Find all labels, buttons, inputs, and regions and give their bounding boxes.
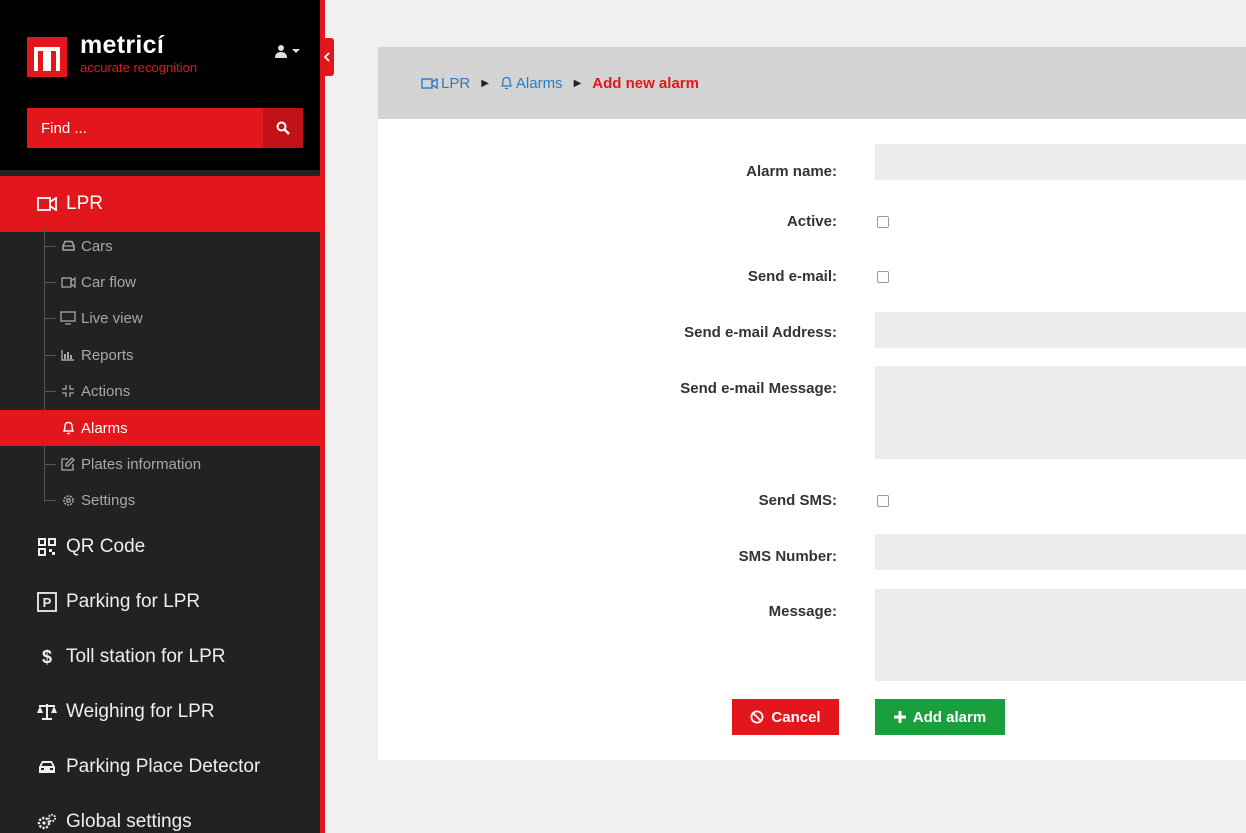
ban-icon — [750, 710, 764, 724]
alarm-form: Alarm name: Active: Send e-mail: Send e-… — [378, 119, 1246, 760]
sidebar-item-car-flow[interactable]: Car flow — [0, 264, 320, 300]
monitor-icon — [60, 310, 76, 326]
sidebar-item-label: Parking for LPR — [66, 591, 201, 612]
alarm-name-label: Alarm name: — [746, 163, 837, 180]
email-message-label: Send e-mail Message: — [680, 380, 837, 397]
search-input[interactable] — [27, 108, 263, 148]
search-button[interactable] — [263, 108, 303, 148]
svg-text:$: $ — [42, 647, 52, 667]
add-alarm-button[interactable]: Add alarm — [875, 699, 1005, 735]
sidebar-item-label: QR Code — [66, 536, 146, 557]
brand-header: metricí accurate recognition — [0, 0, 320, 170]
send-sms-checkbox[interactable] — [877, 495, 889, 507]
alarm-name-input[interactable] — [875, 144, 1246, 180]
video-camera-icon — [36, 193, 58, 215]
sidebar-item-label: Car flow — [81, 273, 137, 291]
sidebar-item-settings[interactable]: Settings — [0, 482, 320, 518]
sidebar-item-lpr[interactable]: LPR — [0, 176, 320, 232]
sidebar-item-cars[interactable]: Cars — [0, 228, 320, 264]
breadcrumb-current: Add new alarm — [592, 74, 699, 92]
cancel-button[interactable]: Cancel — [732, 699, 839, 735]
sidebar-item-alarms[interactable]: Alarms — [0, 410, 320, 446]
send-email-checkbox[interactable] — [877, 271, 889, 283]
sidebar-item-label: Parking Place Detector — [66, 756, 261, 777]
sidebar-item-plates-information[interactable]: Plates information — [0, 446, 320, 482]
email-address-label: Send e-mail Address: — [684, 324, 837, 341]
brand-tagline: accurate recognition — [80, 60, 198, 75]
breadcrumb-label: LPR — [441, 74, 471, 92]
message-label: Message: — [768, 603, 837, 620]
sidebar-item-label: Live view — [81, 309, 143, 327]
sidebar-item-label: Actions — [81, 382, 131, 400]
qr-code-icon — [36, 536, 58, 558]
email-message-textarea[interactable] — [875, 366, 1246, 459]
car-icon — [36, 756, 58, 778]
gear-icon — [60, 492, 76, 508]
sidebar-item-live-view[interactable]: Live view — [0, 300, 320, 336]
sidebar-item-global-settings[interactable]: Global settings — [0, 794, 320, 833]
breadcrumb-alarms[interactable]: Alarms — [500, 75, 563, 92]
dollar-icon: $ — [36, 646, 58, 668]
metrici-logo-icon — [27, 37, 67, 77]
sidebar-item-actions[interactable]: Actions — [0, 373, 320, 409]
cancel-button-label: Cancel — [771, 708, 821, 726]
bell-icon — [500, 76, 512, 90]
breadcrumb-lpr[interactable]: LPR — [421, 75, 470, 92]
compress-icon — [60, 383, 76, 399]
sidebar-item-label: Toll station for LPR — [66, 646, 226, 667]
sidebar-item-toll-station[interactable]: $ Toll station for LPR — [0, 629, 320, 685]
user-menu[interactable] — [274, 44, 300, 58]
sidebar-item-label: Global settings — [66, 811, 192, 832]
email-address-input[interactable] — [875, 312, 1246, 348]
caret-right-icon: ▶ — [481, 77, 489, 89]
svg-text:P: P — [43, 595, 52, 610]
chevron-left-icon — [324, 52, 330, 62]
add-alarm-button-label: Add alarm — [912, 708, 987, 726]
sms-number-input[interactable] — [875, 534, 1246, 570]
sidebar-item-label: Cars — [81, 237, 113, 255]
sidebar-item-parking-for-lpr[interactable]: P Parking for LPR — [0, 574, 320, 630]
gears-icon — [36, 811, 58, 833]
user-icon — [275, 45, 287, 58]
sidebar-item-label: Alarms — [81, 419, 128, 437]
sidebar-item-weighing[interactable]: Weighing for LPR — [0, 684, 320, 740]
sidebar-item-qr-code[interactable]: QR Code — [0, 519, 320, 575]
sms-number-label: SMS Number: — [738, 548, 837, 565]
breadcrumb-label: Alarms — [515, 74, 563, 92]
sidebar-item-parking-place-detector[interactable]: Parking Place Detector — [0, 739, 320, 795]
active-checkbox[interactable] — [877, 216, 889, 228]
search-icon — [276, 121, 290, 135]
plus-icon — [893, 711, 906, 723]
sidebar-item-label: LPR — [66, 193, 103, 214]
breadcrumb: LPR ▶ Alarms ▶ Add new alarm — [378, 47, 1246, 119]
car-icon — [60, 238, 76, 254]
sidebar-item-label: Weighing for LPR — [66, 701, 215, 722]
caret-right-icon: ▶ — [573, 77, 582, 89]
bell-icon — [60, 420, 76, 436]
sidebar-edge — [320, 0, 325, 833]
bar-chart-icon — [60, 347, 76, 363]
send-email-label: Send e-mail: — [747, 268, 837, 285]
sidebar-item-reports[interactable]: Reports — [0, 337, 320, 373]
video-camera-icon — [60, 274, 76, 290]
sidebar-collapse-button[interactable] — [320, 38, 334, 76]
sidebar: metricí accurate recognition LPR Cars Ca… — [0, 0, 320, 833]
caret-down-icon — [292, 49, 300, 53]
brand-name: metricí — [80, 31, 165, 59]
parking-icon: P — [36, 591, 58, 613]
edit-icon — [60, 456, 76, 472]
video-camera-icon — [421, 77, 438, 89]
sidebar-item-label: Plates information — [81, 455, 202, 473]
active-label: Active: — [786, 213, 837, 230]
scale-icon — [36, 701, 58, 723]
sidebar-item-label: Reports — [81, 346, 134, 364]
message-textarea[interactable] — [875, 589, 1246, 681]
sidebar-item-label: Settings — [81, 491, 136, 509]
send-sms-label: Send SMS: — [758, 492, 837, 509]
search-box — [27, 108, 303, 148]
